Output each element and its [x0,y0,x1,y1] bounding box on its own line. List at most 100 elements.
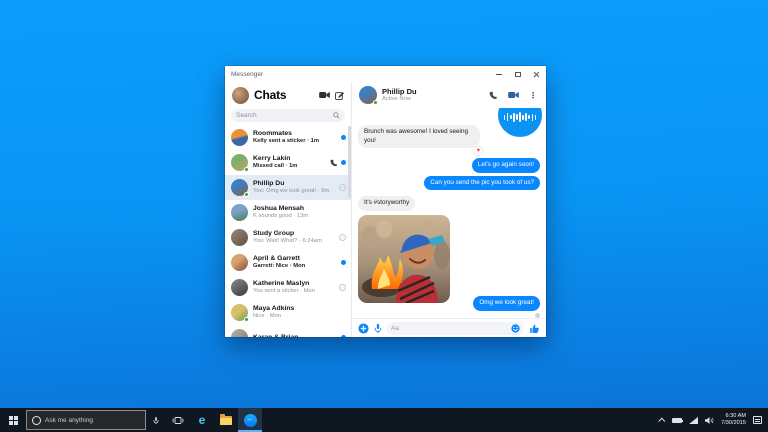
message-composer [352,318,546,337]
messenger-taskbar-button[interactable] [238,408,262,432]
phone-icon [489,91,498,100]
read-receipt-icon [535,313,540,318]
compose-message-button[interactable] [335,91,344,100]
like-button[interactable] [529,323,540,334]
emoji-button[interactable] [511,324,520,333]
audio-waveform-icon [501,112,539,122]
unread-dot [341,260,346,265]
chat-row-roommates[interactable]: Roommates Kelly sent a sticker · 1m [225,125,351,150]
chat-name: Phillip Du [253,180,334,188]
task-view-icon [172,416,184,425]
voice-clip-button[interactable] [374,323,382,334]
presence-dot [244,167,249,172]
volume-icon[interactable] [705,416,714,425]
delivered-icon: ✓ [339,284,346,291]
chat-preview: Kelly sent a sticker · 1m [253,138,336,145]
avatar [231,129,248,146]
close-icon [533,71,540,78]
chat-row-joshua-mensah[interactable]: Joshua Mensah K sounds good · 13m [225,200,351,225]
system-tray: 6:30 AM 7/30/2015 [654,408,768,432]
chat-row-katherine-maslyn[interactable]: Katherine Maslyn You sent a sticker · Mo… [225,275,351,300]
unread-dot [341,335,346,337]
window-title: Messenger [225,71,489,78]
chat-row-april-garrett[interactable]: April & Garrett Garrett: Nice · Mon [225,250,351,275]
chat-row-study-group[interactable]: Study Group You: Wait! What? · 6:24am ✓ [225,225,351,250]
avatar [231,179,248,196]
message-bubble-outgoing: Can you send the pic you took of us? [424,176,540,191]
message-text: Brunch was awesome! I loved seeing you! [364,128,468,144]
chat-name: Karan & Brian [253,334,336,338]
folder-icon [220,416,232,425]
chat-row-kerry-lakin[interactable]: Kerry Lakin Missed call · 1m [225,150,351,175]
chats-sidebar: Chats [225,82,352,337]
cortana-search-box[interactable] [26,410,146,430]
minimize-button[interactable] [489,66,508,82]
message-bubble-incoming: It's #storyworthy [358,196,415,211]
message-bubble-outgoing: Omg we look great! [473,296,540,311]
conversation-status: Active Now [382,96,484,103]
chat-preview: You: Wait! What? · 6:24am [253,238,334,245]
message-input-pill[interactable] [387,322,524,335]
chat-preview: You sent a sticker · Mon [253,288,334,295]
conversation-avatar[interactable] [359,86,377,104]
taskbar-clock[interactable]: 6:30 AM 7/30/2015 [721,413,746,426]
task-view-button[interactable] [166,408,190,432]
avatar [231,279,248,296]
network-icon[interactable] [689,417,698,424]
battery-icon[interactable] [672,418,682,423]
avatar [231,229,248,246]
window-titlebar[interactable]: Messenger [225,66,546,82]
chat-preview: Garrett: Nice · Mon [253,263,336,270]
photo-message[interactable] [358,215,450,303]
messenger-window: Messenger Chats [225,66,546,337]
chat-preview-missed-call: Missed call · 1m [253,163,325,170]
edge-icon: e [199,414,206,426]
avatar [231,204,248,221]
message-input[interactable] [391,325,508,332]
maximize-button[interactable] [508,66,527,82]
thumbs-up-icon [529,323,540,334]
messenger-icon [244,414,257,427]
missed-call-phone-icon [330,159,338,167]
chat-name: April & Garrett [253,255,336,263]
chat-search-input[interactable] [236,112,330,119]
chat-search-box[interactable] [231,109,345,122]
unread-dot [341,160,346,165]
avatar [231,304,248,321]
chat-row-karan-brian[interactable]: Karan & Brian [225,325,351,337]
presence-dot [244,192,249,197]
delivered-icon: ✓ [339,234,346,241]
message-bubble-outgoing: Let's go again soon! [472,158,540,173]
chat-preview: Nice · Mon [253,313,341,320]
chat-row-phillip-du[interactable]: Phillip Du You: Omg we look great! · 8m … [225,175,351,200]
voice-call-button[interactable] [489,91,498,100]
chat-name: Kerry Lakin [253,155,325,163]
chat-row-maya-adkins[interactable]: Maya Adkins Nice · Mon [225,300,351,325]
avatar [231,329,248,337]
file-explorer-button[interactable] [214,408,238,432]
chat-list-scrollbar[interactable] [348,126,351,198]
my-profile-avatar[interactable] [232,87,249,104]
taskbar-mic-button[interactable] [146,408,166,432]
clock-date: 7/30/2015 [721,420,746,427]
heart-reaction[interactable]: ♥ [474,147,482,155]
add-attachment-button[interactable] [358,323,369,334]
unread-dot [341,135,346,140]
start-button[interactable] [0,408,26,432]
video-call-button[interactable] [508,91,519,99]
show-hidden-icons-button[interactable] [658,417,665,424]
message-list: Brunch was awesome! I loved seeing you! … [352,108,546,318]
maximize-icon [515,72,521,77]
new-video-call-button[interactable] [319,91,330,99]
chat-list: Roommates Kelly sent a sticker · 1m Kerr… [225,125,351,337]
edge-browser-button[interactable]: e [190,408,214,432]
presence-dot [244,317,249,322]
conversation-panel: Phillip Du Active Now ⋮ [352,82,546,337]
video-camera-icon [319,91,330,99]
avatar [231,254,248,271]
more-options-button[interactable]: ⋮ [529,91,537,100]
close-button[interactable] [527,66,546,82]
cortana-search-input[interactable] [45,417,140,424]
action-center-button[interactable] [753,416,762,424]
delivered-icon: ✓ [339,184,346,191]
